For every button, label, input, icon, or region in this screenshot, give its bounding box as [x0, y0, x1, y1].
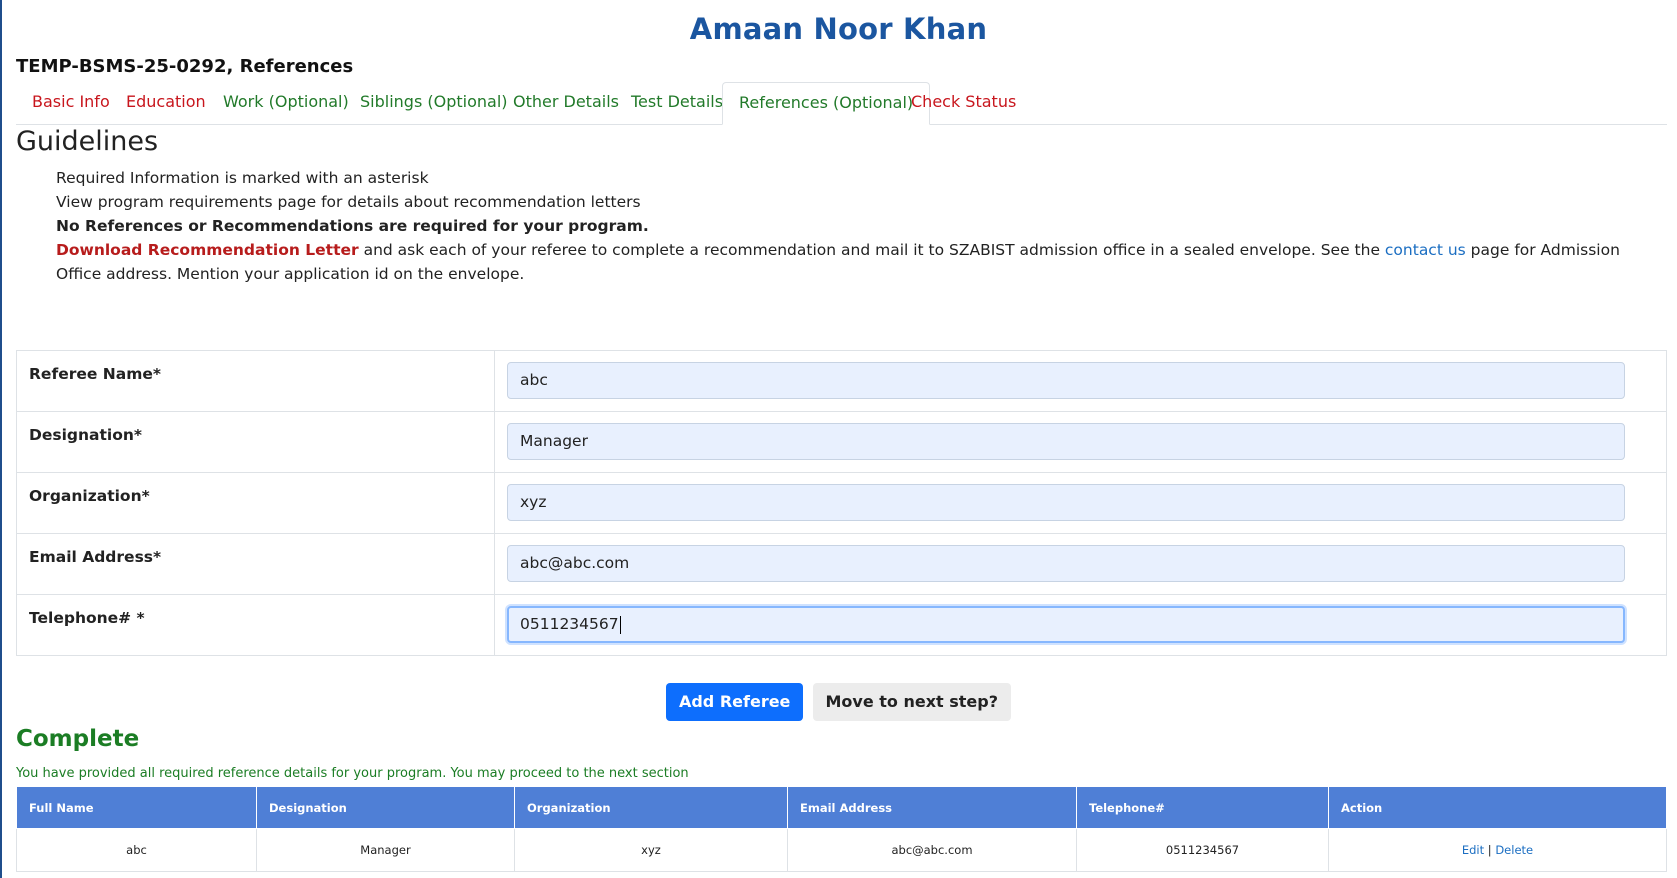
form-row-designation: Designation* Manager — [16, 411, 1667, 473]
guideline-required-info: Required Information is marked with an a… — [56, 169, 429, 187]
tab-work[interactable]: Work (Optional) — [207, 82, 365, 122]
col-header-organization: Organization — [514, 786, 788, 829]
tab-education[interactable]: Education — [110, 82, 222, 122]
application-page: Amaan Noor Khan TEMP-BSMS-25-0292, Refer… — [0, 0, 1677, 878]
col-header-telephone: Telephone# — [1076, 786, 1329, 829]
organization-input[interactable]: xyz — [507, 484, 1625, 521]
status-message: You have provided all required reference… — [16, 766, 689, 781]
col-header-email: Email Address — [787, 786, 1077, 829]
step-tabs: Basic Info Education Work (Optional) Sib… — [16, 82, 1667, 125]
tab-test-details[interactable]: Test Details — [615, 82, 739, 122]
form-row-email: Email Address* abc@abc.com — [16, 533, 1667, 595]
col-header-action: Action — [1328, 786, 1667, 829]
table-header-row: Full Name Designation Organization Email… — [16, 786, 1667, 829]
referee-name-input[interactable]: abc — [507, 362, 1625, 399]
telephone-label: Telephone# * — [16, 594, 495, 656]
application-id-subtitle: TEMP-BSMS-25-0292, References — [16, 56, 354, 77]
cell-action: Edit | Delete — [1328, 828, 1667, 872]
telephone-input[interactable]: 0511234567 — [507, 606, 1625, 643]
contact-us-link[interactable]: contact us — [1385, 241, 1466, 259]
form-row-telephone: Telephone# * 0511234567 — [16, 594, 1667, 656]
cell-telephone: 0511234567 — [1076, 828, 1329, 872]
referee-name-label: Referee Name* — [16, 350, 495, 412]
status-heading: Complete — [16, 726, 140, 752]
referees-table: Full Name Designation Organization Email… — [16, 786, 1667, 872]
email-input[interactable]: abc@abc.com — [507, 545, 1625, 582]
edit-link[interactable]: Edit — [1462, 843, 1484, 857]
col-header-full-name: Full Name — [16, 786, 257, 829]
form-row-referee-name: Referee Name* abc — [16, 350, 1667, 412]
cell-full-name: abc — [16, 828, 257, 872]
telephone-input-value: 0511234567 — [520, 615, 619, 633]
designation-label: Designation* — [16, 411, 495, 473]
applicant-name-title: Amaan Noor Khan — [689, 12, 988, 46]
guideline-download-instructions: Download Recommendation Letter and ask e… — [56, 238, 1666, 286]
guidelines-heading: Guidelines — [16, 126, 159, 157]
designation-input[interactable]: Manager — [507, 423, 1625, 460]
cell-email: abc@abc.com — [787, 828, 1077, 872]
guideline-no-references: No References or Recommendations are req… — [56, 217, 649, 235]
cell-organization: xyz — [514, 828, 788, 872]
table-row: abc Manager xyz abc@abc.com 0511234567 E… — [16, 828, 1667, 872]
delete-link[interactable]: Delete — [1495, 843, 1533, 857]
guidelines-list: Required Information is marked with an a… — [56, 166, 1666, 286]
col-header-designation: Designation — [256, 786, 515, 829]
cell-designation: Manager — [256, 828, 515, 872]
email-label: Email Address* — [16, 533, 495, 595]
guideline-program-requirements: View program requirements page for detai… — [56, 193, 641, 211]
download-recommendation-link[interactable]: Download Recommendation Letter — [56, 241, 359, 259]
form-row-organization: Organization* xyz — [16, 472, 1667, 534]
form-actions: Add Referee Move to next step? — [0, 683, 1677, 721]
text-caret — [619, 615, 621, 634]
guideline-text-part1: and ask each of your referee to complete… — [358, 241, 1385, 259]
add-referee-button[interactable]: Add Referee — [665, 683, 804, 721]
referee-form: Referee Name* abc Designation* Manager O… — [16, 350, 1667, 656]
tab-check-status[interactable]: Check Status — [895, 82, 1032, 122]
organization-label: Organization* — [16, 472, 495, 534]
action-separator: | — [1487, 843, 1492, 857]
next-step-button[interactable]: Move to next step? — [812, 683, 1012, 721]
